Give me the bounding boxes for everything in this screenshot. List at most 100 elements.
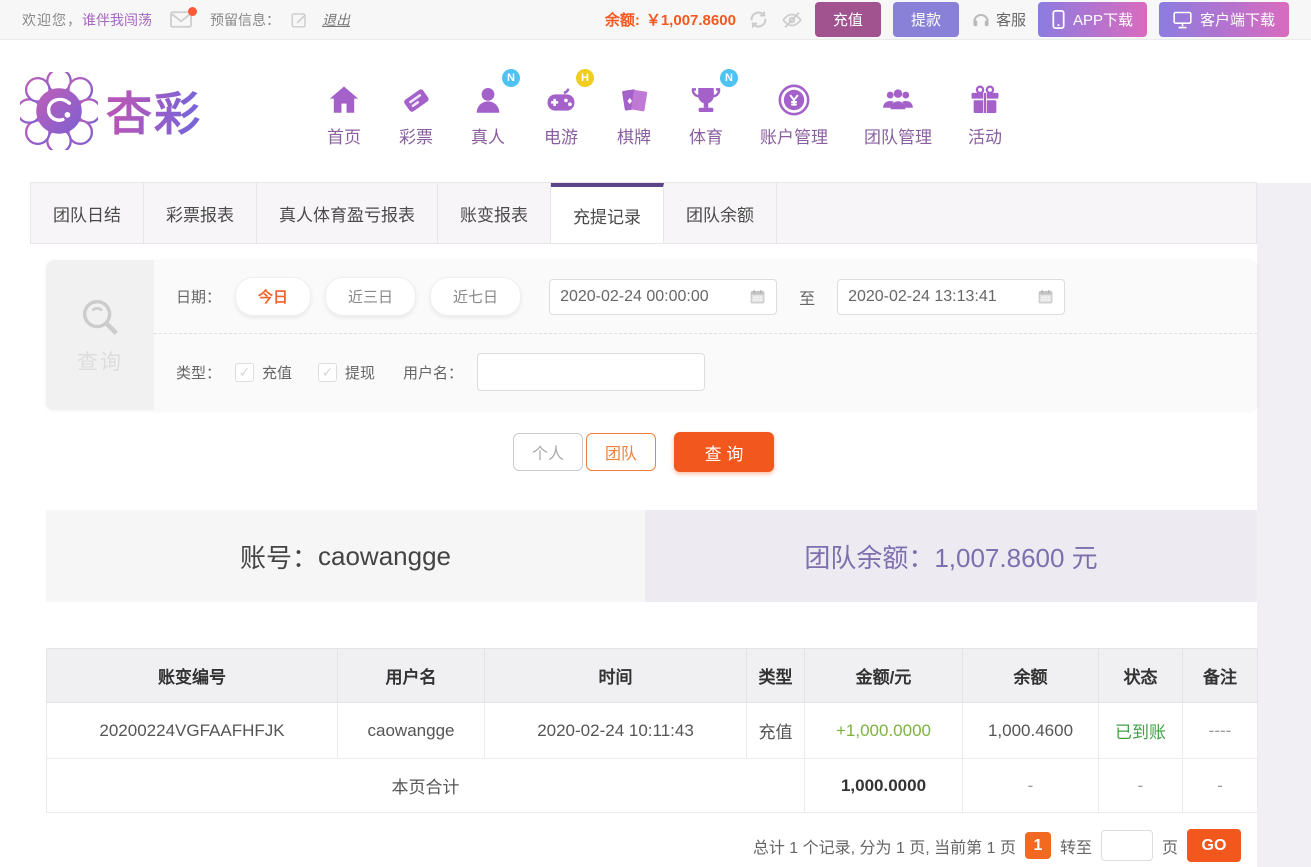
team-icon (879, 75, 917, 117)
nav-item-sports[interactable]: N 体育 (670, 68, 742, 148)
nav-label: 活动 (968, 127, 1002, 147)
cell-status: 已到账 (1098, 702, 1183, 759)
refresh-icon[interactable] (748, 9, 769, 30)
nav-label: 真人 (471, 127, 505, 147)
summary-remark: - (1182, 758, 1258, 813)
team-button[interactable]: 团队 (586, 433, 656, 471)
home-icon (326, 75, 362, 117)
app-download-button[interactable]: APP下载 (1037, 2, 1147, 37)
search-icon (77, 294, 123, 340)
headset-icon (971, 10, 991, 30)
page-unit-label: 页 (1161, 839, 1178, 857)
nav-label: 体育 (689, 127, 723, 147)
nav-item-lottery[interactable]: 彩票 (380, 75, 452, 148)
date-label: 日期： (176, 289, 222, 306)
nav-item-boardgames[interactable]: 棋牌 (598, 75, 670, 148)
main-nav: 首页 彩票 N 真人 H 电游 棋牌 N 体育 账户管理 团队管理 活动 (308, 68, 1020, 148)
mail-icon[interactable] (170, 7, 197, 28)
nav-item-team[interactable]: 团队管理 (846, 75, 950, 148)
brand-logo[interactable]: 杏彩 (20, 72, 272, 150)
nav-badge-h: H (576, 68, 594, 87)
edit-icon[interactable] (290, 11, 308, 29)
phone-icon (1052, 10, 1065, 29)
col-amount: 金额/元 (804, 648, 963, 703)
balance-value: ￥1,007.8600 (645, 12, 736, 29)
client-download-button[interactable]: 客户端下载 (1158, 2, 1289, 37)
preset-today-button[interactable]: 今日 (235, 277, 312, 316)
brand-flower-icon (20, 72, 98, 150)
nav-label: 账户管理 (760, 127, 828, 147)
brand-name: 杏彩 (106, 78, 202, 144)
query-button[interactable]: 查 询 (674, 432, 774, 472)
cell-balance: 1,000.4600 (962, 702, 1099, 759)
recharge-button[interactable]: 充值 (814, 2, 881, 37)
table-row: 20200224VGFAAFHFJK caowangge 2020-02-24 … (46, 702, 1258, 759)
nav-badge-n: N (502, 68, 520, 87)
topbar-right: 余额: ￥1,007.8600 充值 提款 客服 APP下载 客户端下载 (605, 2, 1289, 37)
filter-sidebar-label: 查询 (77, 351, 123, 374)
withdraw-button[interactable]: 提款 (892, 2, 959, 37)
filter-sidebar: 查询 (46, 260, 154, 410)
coin-icon (776, 75, 812, 117)
type-label: 类型： (176, 364, 222, 382)
preset-7days-button[interactable]: 近七日 (430, 277, 522, 316)
team-balance-value: 1,007.8600 元 (934, 542, 1098, 573)
tab-lottery-report[interactable]: 彩票报表 (144, 183, 257, 243)
client-download-label: 客户端下载 (1199, 12, 1275, 29)
nav-item-home[interactable]: 首页 (308, 75, 380, 148)
filter-type-row: 类型： 充值 提现 用户名： (154, 334, 1257, 410)
nav-label: 棋牌 (617, 127, 651, 147)
username-label: 用户名： (403, 364, 464, 382)
cell-username: caowangge (337, 702, 485, 759)
filter-panel: 查询 日期： 今日 近三日 近七日 2020-02-24 00:00:00 至 … (46, 260, 1257, 410)
recharge-checkbox[interactable] (235, 362, 255, 382)
page-1-button[interactable]: 1 (1024, 832, 1051, 859)
nav-label: 首页 (327, 127, 361, 147)
logout-link[interactable]: 退出 (322, 10, 350, 30)
col-username: 用户名 (337, 648, 485, 703)
summary-balance: - (962, 758, 1099, 813)
report-tabbar: 团队日结 彩票报表 真人体育盈亏报表 账变报表 充提记录 团队余额 (30, 182, 1257, 244)
pagination-summary: 总计 1 个记录, 分为 1 页, 当前第 1 页 (752, 839, 1016, 857)
tab-team-daily[interactable]: 团队日结 (31, 183, 144, 243)
live-person-icon: N (470, 68, 520, 117)
nav-badge-n: N (720, 68, 738, 87)
nav-item-activity[interactable]: 活动 (950, 75, 1020, 148)
withdraw-checkbox[interactable] (318, 362, 338, 382)
customer-service-button[interactable]: 客服 (971, 9, 1026, 30)
nav-item-live[interactable]: N 真人 (452, 68, 524, 148)
tab-team-balance[interactable]: 团队余额 (664, 183, 777, 243)
personal-button[interactable]: 个人 (513, 433, 583, 471)
preset-3days-button[interactable]: 近三日 (325, 277, 417, 316)
date-to-input[interactable]: 2020-02-24 13:13:41 (837, 278, 1066, 315)
filter-rows: 日期： 今日 近三日 近七日 2020-02-24 00:00:00 至 202… (154, 260, 1257, 410)
account-label: 账号： (239, 542, 318, 573)
records-table-wrap: 账变编号 用户名 时间 类型 金额/元 余额 状态 备注 20200224VGF… (46, 648, 1258, 813)
nav-item-account[interactable]: 账户管理 (742, 75, 846, 148)
team-balance-label: 团队余额： (804, 542, 935, 573)
gift-icon (968, 75, 1002, 117)
summary-amount: 1,000.0000 (804, 758, 963, 813)
welcome-label: 欢迎您， (22, 11, 82, 28)
topbar-left: 欢迎您， 谁伴我闯荡 预留信息： 退出 (22, 7, 350, 30)
nav-item-egames[interactable]: H 电游 (524, 68, 598, 148)
username-link[interactable]: 谁伴我闯荡 (82, 10, 152, 30)
col-time: 时间 (484, 648, 747, 703)
cell-type: 充值 (746, 702, 805, 759)
account-band: 账号： caowangge 团队余额： 1,007.8600 元 (46, 510, 1257, 602)
tab-deposit-withdraw-records[interactable]: 充提记录 (551, 183, 664, 243)
tab-live-sports-pl-report[interactable]: 真人体育盈亏报表 (257, 183, 438, 243)
go-button[interactable]: GO (1187, 829, 1241, 862)
cards-icon (616, 75, 652, 117)
site-header: 杏彩 首页 彩票 N 真人 H 电游 棋牌 N 体育 账户管理 团队管理 活动 (0, 40, 1311, 182)
col-change-id: 账变编号 (46, 648, 338, 703)
monitor-icon (1173, 11, 1192, 29)
cell-remark: ---- (1182, 702, 1258, 759)
goto-page-input[interactable] (1100, 830, 1153, 861)
summary-label: 本页合计 (46, 758, 805, 813)
eye-off-icon[interactable] (781, 9, 803, 31)
username-input[interactable] (477, 353, 706, 391)
date-from-input[interactable]: 2020-02-24 00:00:00 (549, 278, 778, 315)
ticket-icon (398, 75, 434, 117)
tab-account-change-report[interactable]: 账变报表 (438, 183, 551, 243)
